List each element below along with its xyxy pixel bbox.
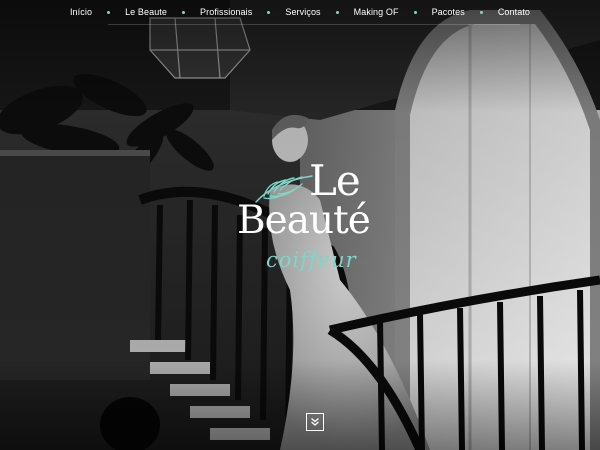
double-chevron-down-icon bbox=[311, 418, 319, 426]
nav-link-profissionais[interactable]: Profissionais bbox=[200, 7, 252, 17]
logo-text-le: Le bbox=[309, 156, 361, 205]
logo-text-beaute: Beauté bbox=[237, 198, 371, 243]
nav-separator-dot bbox=[182, 10, 186, 14]
nav-link-le-beaute[interactable]: Le Beaute bbox=[125, 7, 167, 17]
nav-separator-dot bbox=[267, 10, 271, 14]
scroll-down-button[interactable] bbox=[306, 413, 324, 431]
logo-tagline: coiffeur bbox=[266, 248, 357, 272]
nav-link-making-of[interactable]: Making OF bbox=[354, 7, 399, 17]
nav-separator-dot bbox=[413, 10, 417, 14]
nav-separator-dot bbox=[107, 10, 111, 14]
brand-logo[interactable]: Le Beauté coiffeur bbox=[232, 160, 402, 280]
nav-link-pacotes[interactable]: Pacotes bbox=[432, 7, 465, 17]
nav-link-contato[interactable]: Contato bbox=[498, 7, 530, 17]
main-navigation: Início Le Beaute Profissionais Serviços … bbox=[0, 0, 600, 24]
nav-link-inicio[interactable]: Início bbox=[70, 7, 92, 17]
nav-separator-dot bbox=[335, 10, 339, 14]
nav-divider bbox=[108, 24, 520, 25]
nav-separator-dot bbox=[479, 10, 483, 14]
nav-link-servicos[interactable]: Serviços bbox=[285, 7, 320, 17]
